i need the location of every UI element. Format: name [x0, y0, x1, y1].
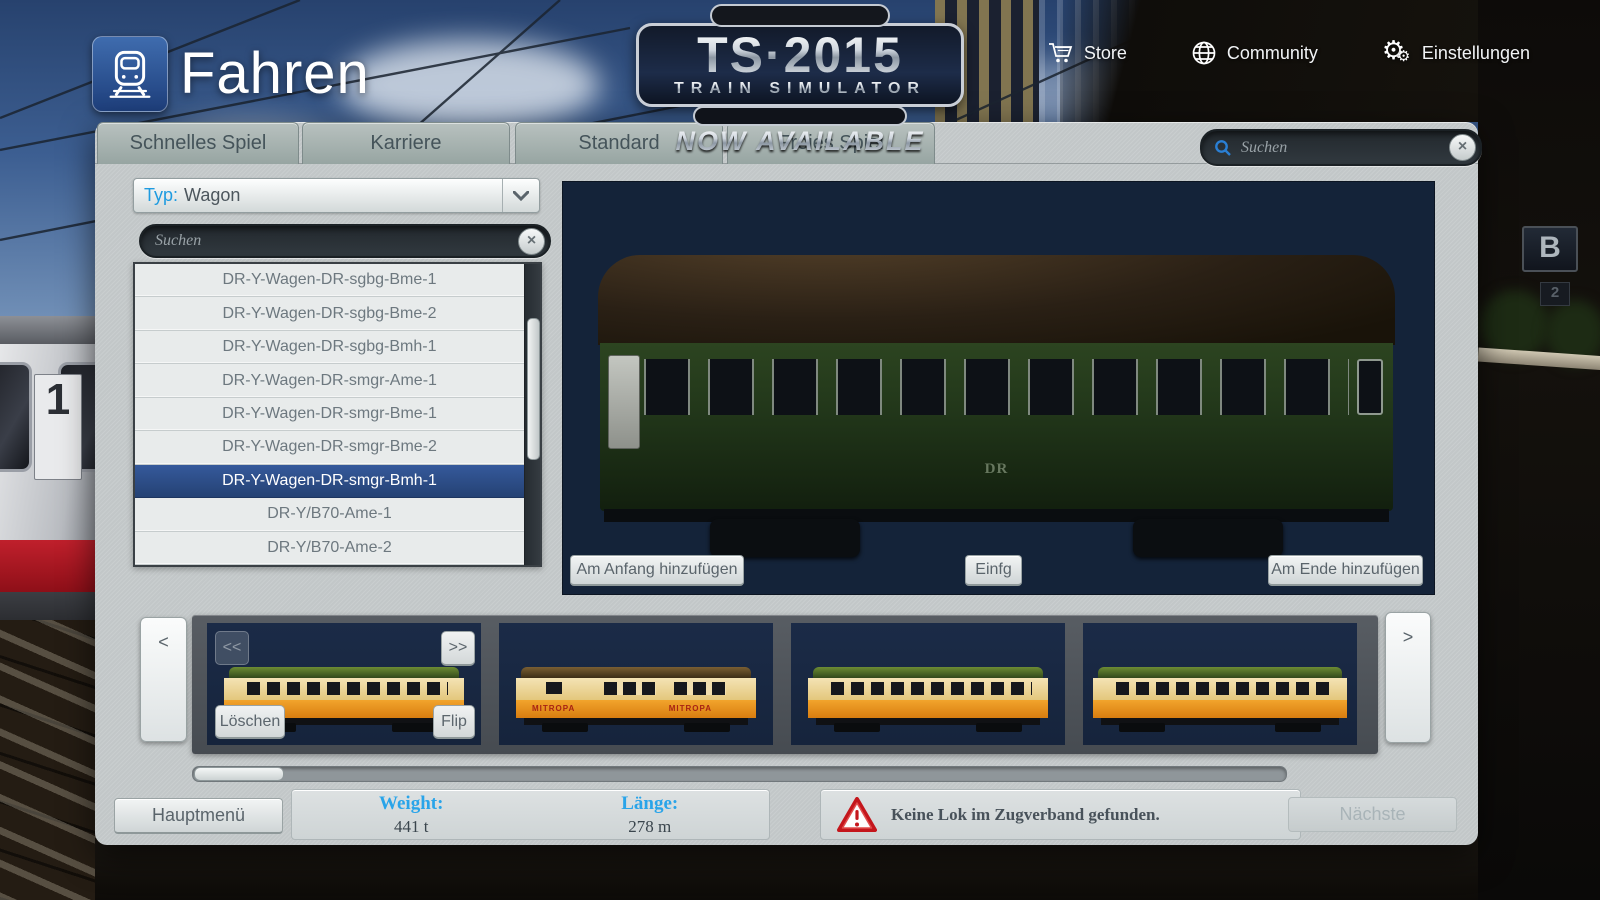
consist-tile-3[interactable]: [791, 623, 1065, 745]
add-to-end-button[interactable]: Am Ende hinzufügen: [1268, 555, 1423, 586]
globe-icon: [1192, 41, 1216, 65]
consist-tile-4[interactable]: [1083, 623, 1357, 745]
consist-stats: Weight: 441 t Länge: 278 m: [291, 789, 770, 840]
move-wagon-left-button[interactable]: <<: [215, 631, 249, 665]
wagon-list: DR-Y-Wagen-DR-sgbg-Bme-1 DR-Y-Wagen-DR-s…: [133, 262, 542, 567]
wagon-thumbnail: [808, 667, 1048, 732]
preview-wagon-marking: DR: [984, 461, 1009, 477]
wagon-search-input[interactable]: [153, 231, 518, 251]
list-scrollbar[interactable]: [524, 264, 540, 565]
list-scrollbar-thumb[interactable]: [527, 318, 540, 460]
list-item[interactable]: DR-Y/B70-Ame-2: [135, 532, 524, 565]
background-bottom: [95, 838, 1478, 900]
chevron-down-icon: [502, 179, 539, 212]
type-value: Wagon: [184, 185, 241, 205]
promo-badge: TS·2015 TRAIN SIMULATOR: [636, 23, 964, 107]
list-item[interactable]: DR-Y-Wagen-DR-smgr-Bme-1: [135, 398, 524, 432]
preview-wagon-windows: [644, 359, 1349, 415]
add-to-front-button[interactable]: Am Anfang hinzufügen: [570, 555, 744, 586]
screen: B 2 1 DOVETAIL GAMES TS·2015 TRAIN SIMUL…: [0, 0, 1600, 900]
preview-viewport: DR Am Anfang hinzufügen Einfg Am Ende hi…: [562, 181, 1435, 595]
background-tracks: [0, 620, 100, 900]
wagon-search: ×: [139, 224, 551, 258]
type-label: Typ:: [144, 185, 179, 205]
global-search-clear-button[interactable]: ×: [1449, 134, 1476, 161]
warning-icon: [837, 796, 877, 832]
promo-route: MÜNCHEN · ROSENHEIM: [692, 106, 908, 126]
consist-scrollbar[interactable]: [192, 766, 1287, 782]
consist-tile-1[interactable]: << >> Löschen Flip: [207, 623, 481, 745]
warning-text: Keine Lok im Zugverband gefunden.: [891, 804, 1160, 824]
page-title: Fahren: [180, 41, 370, 106]
app-logo: [92, 36, 168, 112]
insert-button[interactable]: Einfg: [965, 555, 1022, 586]
main-panel: Schnelles Spiel Karriere Standard Freies…: [95, 122, 1482, 845]
top-nav: Store Community ⚙ ⚙ Einstellungen: [1048, 35, 1530, 68]
train-icon: [109, 50, 151, 98]
preview-wagon-roof: [598, 255, 1395, 345]
gear-icon: ⚙ ⚙: [1381, 35, 1411, 65]
wagon-list-rows: DR-Y-Wagen-DR-sgbg-Bme-1 DR-Y-Wagen-DR-s…: [135, 264, 524, 565]
nav-store[interactable]: Store: [1048, 41, 1127, 65]
length-stat: Länge: 278 m: [531, 793, 770, 837]
nav-settings[interactable]: ⚙ ⚙ Einstellungen: [1381, 35, 1530, 68]
next-button[interactable]: Nächste: [1288, 797, 1457, 832]
global-search: ×: [1200, 129, 1482, 166]
warning-banner: Keine Lok im Zugverband gefunden.: [820, 789, 1301, 840]
nav-settings-label: Einstellungen: [1421, 42, 1530, 63]
list-item[interactable]: DR-Y-Wagen-DR-sgbg-Bme-2: [135, 297, 524, 331]
preview-wagon-bogie: [709, 519, 860, 557]
main-menu-button[interactable]: Hauptmenü: [114, 798, 283, 834]
list-item[interactable]: DR-Y-Wagen-DR-sgbg-Bme-1: [135, 264, 524, 298]
list-item[interactable]: DR-Y/B70-Ame-1: [135, 498, 524, 532]
ts2015-promo-badge: DOVETAIL GAMES TS·2015 TRAIN SIMULATOR M…: [636, 4, 964, 157]
flip-wagon-button[interactable]: Flip: [433, 705, 475, 739]
background-train-stripe: [0, 540, 96, 592]
search-icon: [1215, 139, 1231, 156]
list-item[interactable]: DR-Y-Wagen-DR-smgr-Ame-1: [135, 364, 524, 398]
length-label: Länge:: [621, 792, 679, 814]
train-window: [0, 362, 32, 472]
background-train-roof: [0, 316, 96, 346]
platform-sign-b: B: [1522, 226, 1578, 272]
type-dropdown[interactable]: Typ: Wagon: [133, 178, 540, 213]
move-wagon-right-button[interactable]: >>: [441, 631, 475, 666]
background-train: 1: [0, 344, 120, 562]
delete-wagon-button[interactable]: Löschen: [215, 705, 285, 739]
tab-quick-play[interactable]: Schnelles Spiel: [97, 122, 299, 164]
consist-scroll-right-button[interactable]: >: [1385, 612, 1431, 743]
promo-availability: NOW AVAILABLE: [636, 126, 964, 157]
wagon-thumbnail-mitropa: MITROPA MITROPA: [516, 667, 756, 732]
promo-publisher: DOVETAIL GAMES: [710, 4, 890, 27]
preview-wagon-door: [608, 355, 640, 449]
consist-scrollbar-thumb[interactable]: [194, 767, 284, 781]
weight-stat: Weight: 441 t: [292, 793, 531, 837]
consist-scroll-left-button[interactable]: <: [140, 617, 187, 742]
list-item-selected[interactable]: DR-Y-Wagen-DR-smgr-Bmh-1: [135, 464, 524, 499]
preview-wagon-bogie: [1133, 519, 1284, 557]
tab-career[interactable]: Karriere: [302, 122, 510, 164]
preview-wagon-body: DR: [600, 343, 1393, 511]
promo-subtitle: TRAIN SIMULATOR: [639, 80, 961, 98]
first-class-placard: 1: [34, 374, 82, 480]
global-search-input[interactable]: [1239, 137, 1449, 158]
list-item[interactable]: DR-Y-Wagen-DR-sgbg-Bmh-1: [135, 331, 524, 365]
nav-community[interactable]: Community: [1191, 40, 1318, 66]
preview-wagon-end-window: [1357, 359, 1383, 415]
consist-tile-2[interactable]: MITROPA MITROPA: [499, 623, 773, 745]
promo-title: TS·2015: [639, 30, 961, 80]
weight-label: Weight:: [379, 792, 444, 814]
platform-sign-2: 2: [1540, 282, 1570, 306]
wagon-search-clear-button[interactable]: ×: [518, 227, 545, 255]
consist-strip: << >> Löschen Flip MITROPA MITROPA: [192, 615, 1378, 754]
nav-community-label: Community: [1226, 42, 1318, 63]
list-item[interactable]: DR-Y-Wagen-DR-smgr-Bme-2: [135, 431, 524, 465]
nav-store-label: Store: [1083, 42, 1127, 63]
weight-value: 441 t: [394, 816, 429, 836]
background-platform-dark: [1478, 0, 1600, 900]
length-value: 278 m: [628, 816, 672, 836]
wagon-thumbnail: [1093, 667, 1347, 732]
cart-icon: [1048, 43, 1073, 63]
